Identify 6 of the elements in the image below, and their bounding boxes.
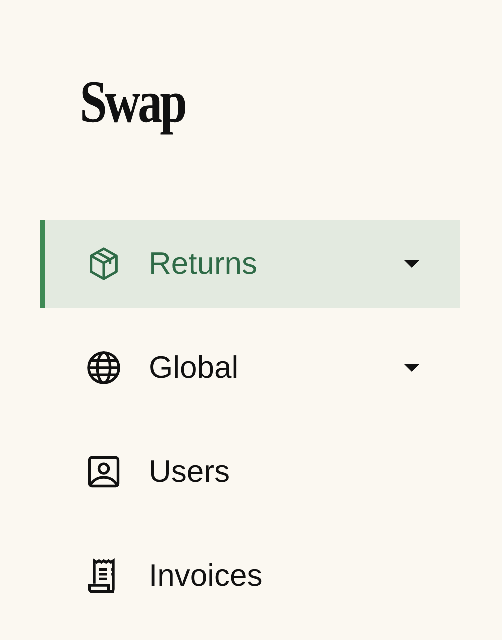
logo: Swap <box>80 68 186 137</box>
globe-icon <box>85 349 123 387</box>
nav-item[interactable]: Invoices <box>40 532 460 620</box>
nav-item[interactable]: Users <box>40 428 460 516</box>
nav-item[interactable]: Returns <box>40 220 460 308</box>
nav-item[interactable]: Global <box>40 324 460 412</box>
